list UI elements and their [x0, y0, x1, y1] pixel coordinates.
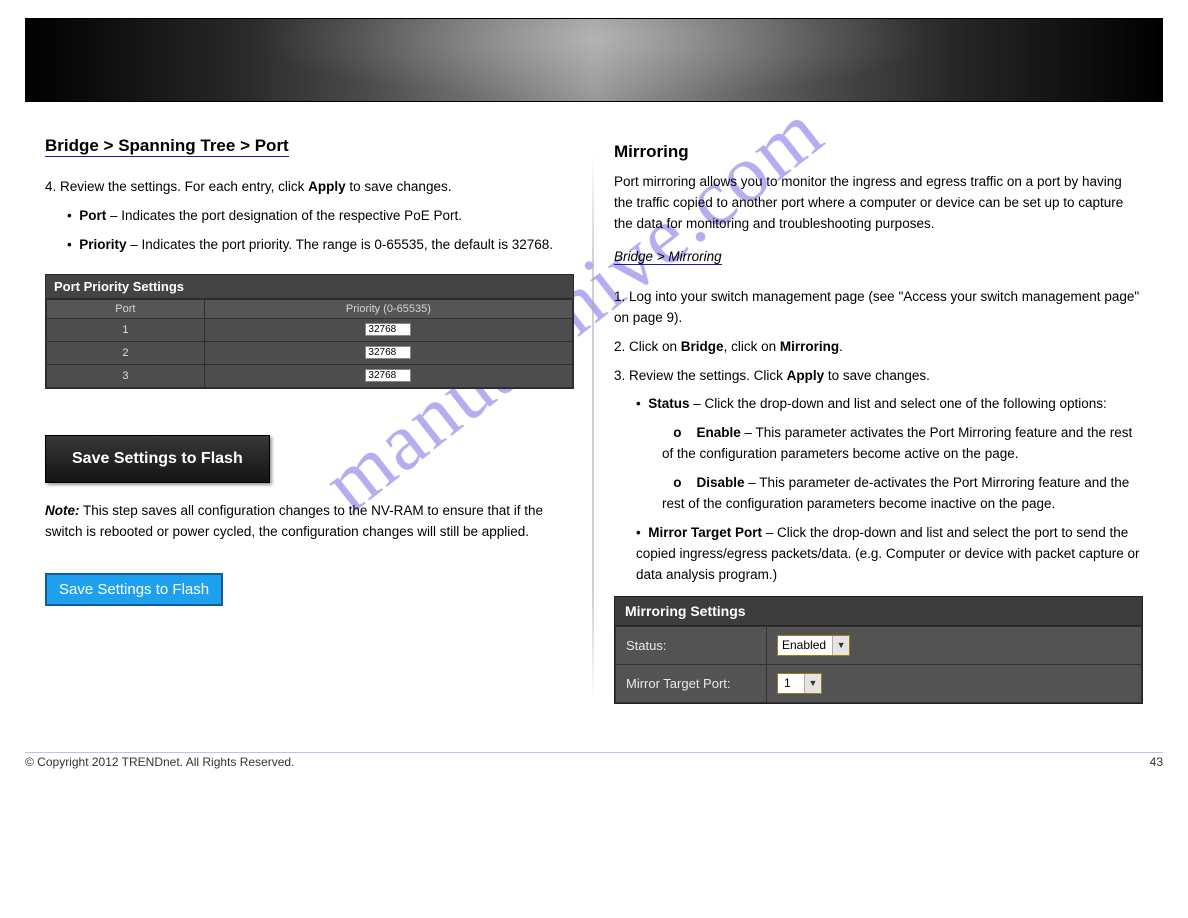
pp-col-priority: Priority (0-65535)	[204, 299, 572, 318]
port-priority-table: Port Priority Settings Port Priority (0-…	[45, 274, 574, 389]
mirroring-desc: Port mirroring allows you to monitor the…	[614, 172, 1143, 235]
bullet-port-label: Port	[79, 208, 110, 223]
chevron-down-icon: ▼	[832, 636, 849, 655]
note-label: Note:	[45, 503, 80, 518]
step-num: 4.	[45, 179, 56, 194]
footer: © Copyright 2012 TRENDnet. All Rights Re…	[0, 753, 1188, 789]
footer-page-number: 43	[1150, 755, 1163, 769]
sub-enable: o Enable – This parameter activates the …	[662, 423, 1143, 465]
sub-enable-label: o Enable	[662, 425, 745, 440]
step-4-line: 4. Review the settings. For each entry, …	[45, 177, 574, 198]
bullet-priority-body: – Indicates the port priority. The range…	[130, 237, 553, 252]
mirror-step-3: 3. Review the settings. Click Apply to s…	[614, 366, 1143, 387]
mirror-step-1: 1. Log into your switch management page …	[614, 287, 1143, 329]
step-tail: on page 9).	[614, 310, 682, 325]
mirror-target-label: Mirror Target Port:	[616, 664, 767, 702]
table-row: 1	[47, 318, 573, 341]
step-body: Log into your switch management page (se…	[625, 289, 898, 304]
table-row: 2	[47, 341, 573, 364]
table-row: Status: Enabled ▼	[616, 626, 1142, 664]
pp-port-cell: 2	[47, 341, 205, 364]
pp-header-row: Port Priority (0-65535)	[47, 299, 573, 318]
step-num: 1.	[614, 289, 625, 304]
pp-col-port: Port	[47, 299, 205, 318]
pp-port-cell: 1	[47, 318, 205, 341]
step-tail: to save changes.	[346, 179, 452, 194]
bullet-status-label: Status	[648, 396, 693, 411]
footer-copyright: © Copyright 2012 TRENDnet. All Rights Re…	[25, 755, 294, 769]
mirroring-settings-box: Mirroring Settings Status: Enabled ▼ Mir…	[614, 596, 1143, 704]
sub-disable: o Disable – This parameter de-activates …	[662, 473, 1143, 515]
mirror-status-select[interactable]: Enabled ▼	[777, 635, 850, 656]
pp-priority-input[interactable]	[365, 369, 411, 382]
table-row: Mirror Target Port: 1 ▼	[616, 664, 1142, 702]
pp-priority-input[interactable]	[365, 346, 411, 359]
bullet-mtp: • Mirror Target Port – Click the drop-do…	[636, 523, 1143, 586]
mirroring-title: Mirroring	[614, 142, 1143, 162]
step-bridge: Bridge	[681, 339, 724, 354]
pp-port-cell: 3	[47, 364, 205, 387]
pp-priority-input[interactable]	[365, 323, 411, 336]
bullet-priority: • Priority – Indicates the port priority…	[67, 235, 574, 256]
bullet-port-body: – Indicates the port designation of the …	[110, 208, 462, 223]
mirror-step-2: 2. Click on Bridge, click on Mirroring.	[614, 337, 1143, 358]
mirroring-path-link[interactable]: Bridge > Mirroring	[614, 249, 722, 265]
step-num: 2.	[614, 339, 625, 354]
mirror-status-label: Status:	[616, 626, 767, 664]
step-body: Review the settings. For each entry, cli…	[56, 179, 308, 194]
mirror-target-select[interactable]: 1 ▼	[777, 673, 822, 694]
bullet-priority-label: Priority	[79, 237, 130, 252]
mirroring-settings-title: Mirroring Settings	[615, 597, 1142, 626]
step-tail: to save changes.	[824, 368, 930, 383]
sub-disable-label: o Disable	[662, 475, 748, 490]
chevron-down-icon: ▼	[804, 674, 821, 693]
step-pre: Click on	[625, 339, 681, 354]
bridge-path-title: Bridge > Spanning Tree > Port	[45, 136, 289, 157]
step-num: 3.	[614, 368, 625, 383]
right-column: Mirroring Port mirroring allows you to m…	[594, 112, 1163, 704]
bullet-mtp-label: Mirror Target Port	[648, 525, 766, 540]
bullet-status-body: – Click the drop-down and list and selec…	[693, 396, 1107, 411]
save-to-flash-dark-button[interactable]: Save Settings to Flash	[45, 435, 270, 483]
note-body: This step saves all configuration change…	[45, 503, 543, 539]
bullet-status: • Status – Click the drop-down and list …	[636, 394, 1143, 415]
bullet-port: • Port – Indicates the port designation …	[67, 206, 574, 227]
apply-word: Apply	[787, 368, 825, 383]
save-to-flash-blue-button[interactable]: Save Settings to Flash	[45, 573, 223, 606]
save-note: Note: This step saves all configuration …	[45, 501, 574, 543]
mirror-target-value: 1	[778, 676, 804, 690]
apply-word: Apply	[308, 179, 346, 194]
left-column: Bridge > Spanning Tree > Port 4. Review …	[25, 112, 594, 704]
port-priority-title: Port Priority Settings	[46, 275, 573, 299]
table-row: 3	[47, 364, 573, 387]
step-body: Review the settings. Click	[625, 368, 786, 383]
step-mirroring: Mirroring	[780, 339, 839, 354]
mirror-status-value: Enabled	[778, 638, 832, 652]
step-mid: , click on	[724, 339, 780, 354]
step-end: .	[839, 339, 843, 354]
header-band	[25, 18, 1163, 102]
step-linkish: "Access your switch management page"	[898, 289, 1139, 304]
